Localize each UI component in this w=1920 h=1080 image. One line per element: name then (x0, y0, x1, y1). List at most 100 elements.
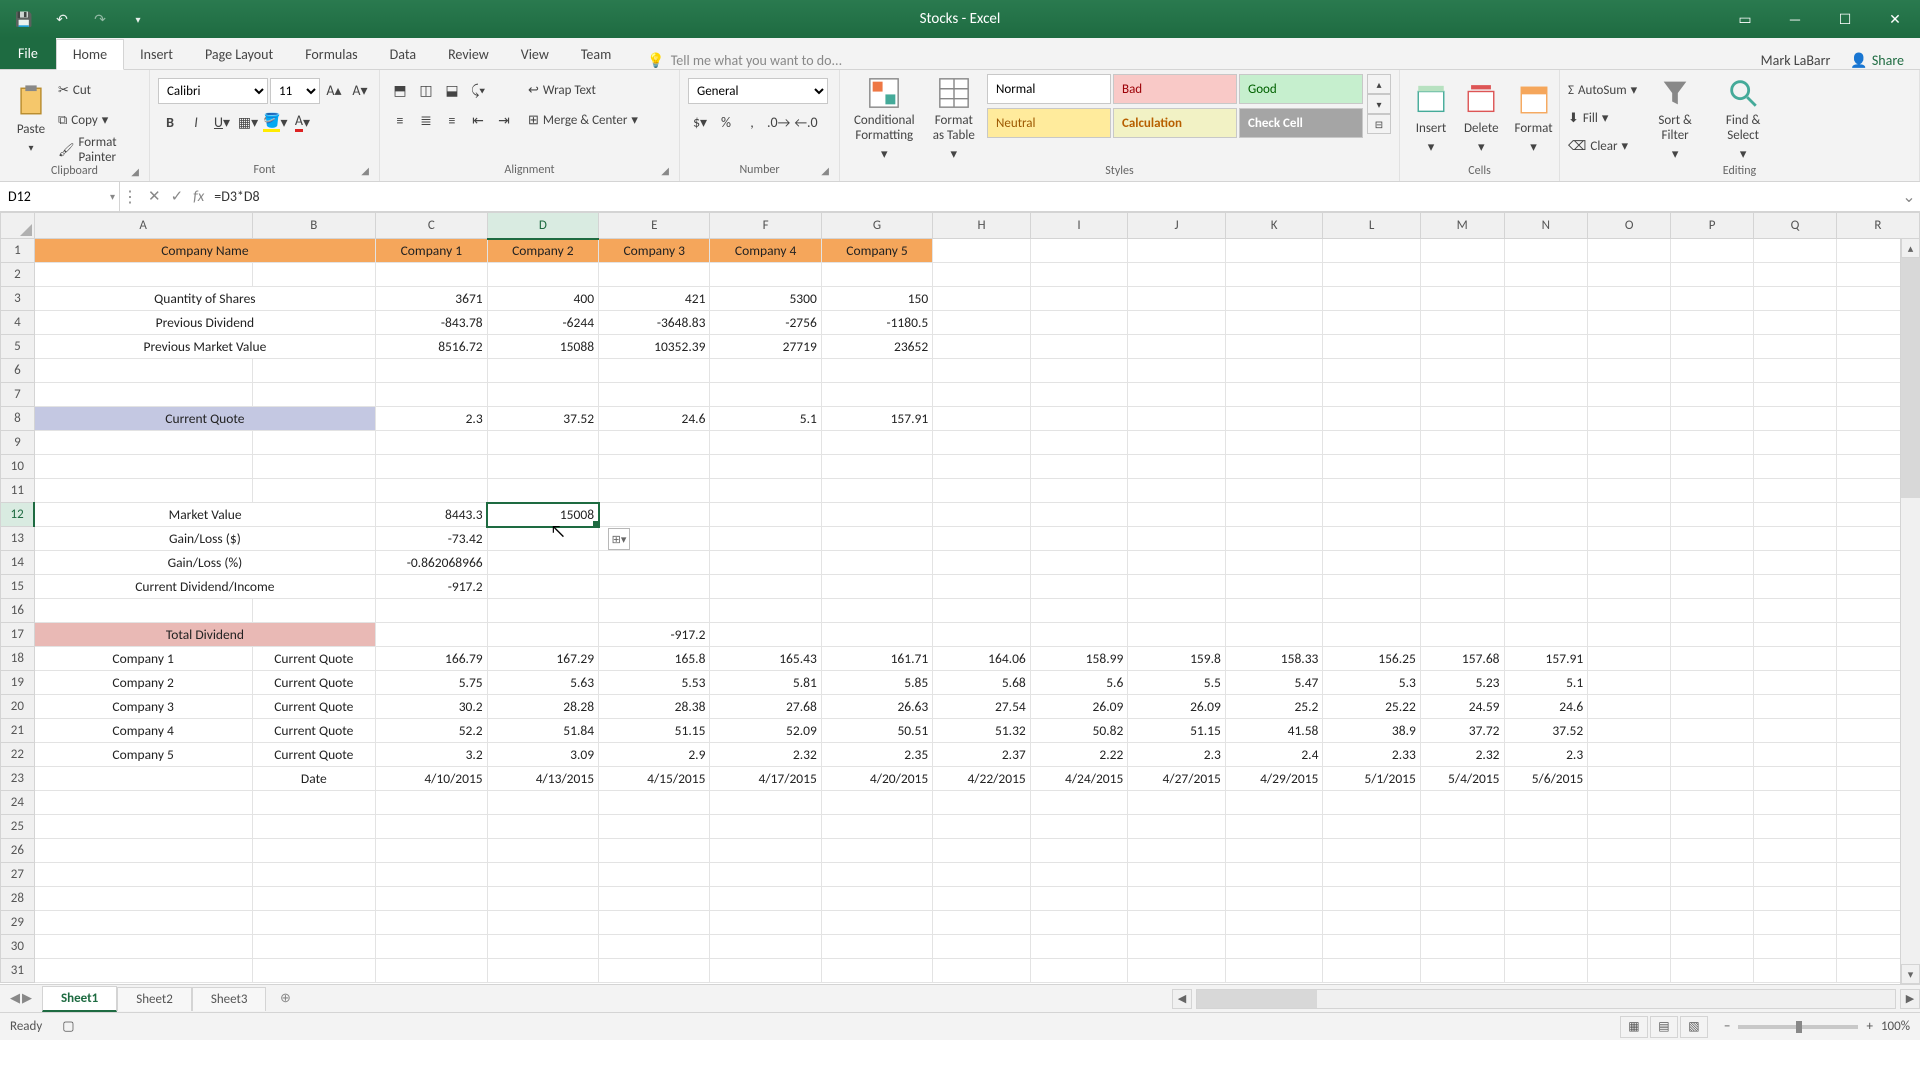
cell[interactable] (1754, 287, 1837, 311)
cell[interactable] (933, 935, 1031, 959)
cell[interactable] (1588, 935, 1671, 959)
cell[interactable]: 400 (487, 287, 598, 311)
cell[interactable]: Company 5 (821, 239, 932, 263)
macro-record-icon[interactable]: ▢ (62, 1019, 74, 1034)
cell[interactable]: 8516.72 (376, 335, 488, 359)
cell[interactable] (487, 455, 598, 479)
style-bad[interactable]: Bad (1113, 74, 1237, 104)
row-header[interactable]: 12 (1, 503, 35, 527)
cell[interactable]: 5.81 (710, 671, 821, 695)
cell[interactable]: 10352.39 (599, 335, 710, 359)
cell[interactable] (1128, 527, 1226, 551)
cell[interactable] (1323, 887, 1420, 911)
cell[interactable] (1754, 527, 1837, 551)
cell[interactable] (1588, 383, 1671, 407)
cell[interactable] (252, 887, 375, 911)
cell[interactable] (34, 479, 252, 503)
cell[interactable] (1225, 959, 1323, 983)
cell[interactable] (1671, 887, 1754, 911)
cell[interactable] (821, 575, 932, 599)
cell[interactable]: 4/29/2015 (1225, 767, 1323, 791)
merge-center-button[interactable]: ⊞Merge & Center ▾ (528, 108, 638, 132)
cell[interactable] (1504, 551, 1588, 575)
cut-button[interactable]: ✂Cut (58, 78, 141, 102)
row-header[interactable]: 13 (1, 527, 35, 551)
cell[interactable] (1420, 263, 1504, 287)
cell[interactable] (1420, 815, 1504, 839)
cell[interactable] (1588, 815, 1671, 839)
cell[interactable] (376, 863, 488, 887)
cell[interactable]: 2.9 (599, 743, 710, 767)
cell[interactable] (599, 863, 710, 887)
cell[interactable] (1128, 263, 1226, 287)
cell[interactable]: Company 2 (487, 239, 598, 263)
col-header[interactable]: M (1420, 213, 1504, 239)
cell[interactable] (1754, 935, 1837, 959)
cell[interactable] (252, 839, 375, 863)
cell[interactable] (1225, 263, 1323, 287)
autosum-button[interactable]: ΣAutoSum ▾ (1568, 78, 1637, 102)
cell[interactable] (1420, 623, 1504, 647)
row-header[interactable]: 18 (1, 647, 35, 671)
cell[interactable] (933, 527, 1031, 551)
cell[interactable] (1671, 791, 1754, 815)
cell[interactable] (1588, 239, 1671, 263)
cell[interactable] (710, 815, 821, 839)
cell[interactable]: -3648.83 (599, 311, 710, 335)
cell[interactable]: -2756 (710, 311, 821, 335)
cell[interactable]: Company Name (34, 239, 375, 263)
cell[interactable] (1754, 767, 1837, 791)
cell[interactable] (1754, 551, 1837, 575)
cell[interactable]: Current Quote (252, 719, 375, 743)
cell[interactable] (252, 815, 375, 839)
delete-cells-button[interactable]: Delete▾ (1458, 74, 1505, 164)
cell[interactable] (1420, 959, 1504, 983)
cancel-formula-icon[interactable]: ✕ (148, 187, 161, 206)
cell[interactable] (1323, 335, 1420, 359)
minimize-icon[interactable]: — (1770, 0, 1820, 38)
cell[interactable] (599, 839, 710, 863)
cell[interactable] (1588, 359, 1671, 383)
cell[interactable]: 5.63 (487, 671, 598, 695)
save-icon[interactable]: 💾 (8, 5, 40, 33)
cell[interactable] (1128, 575, 1226, 599)
find-select-button[interactable]: Find & Select▾ (1713, 74, 1773, 164)
cell[interactable]: 37.52 (487, 407, 598, 431)
sheet-nav-next-icon[interactable]: ▶ (22, 991, 32, 1006)
cell[interactable] (1323, 791, 1420, 815)
col-header[interactable]: C (376, 213, 488, 239)
cell[interactable] (376, 959, 488, 983)
cell[interactable] (1323, 863, 1420, 887)
cell[interactable] (1671, 479, 1754, 503)
cell[interactable] (821, 599, 932, 623)
cell[interactable] (1671, 359, 1754, 383)
cell[interactable] (376, 839, 488, 863)
cell[interactable] (821, 935, 932, 959)
view-page-layout-icon[interactable]: ▤ (1650, 1016, 1678, 1038)
cell[interactable] (933, 623, 1031, 647)
cell[interactable] (1030, 599, 1128, 623)
cell[interactable] (1225, 575, 1323, 599)
sheet-tab-1[interactable]: Sheet1 (42, 986, 117, 1012)
cell[interactable] (1754, 887, 1837, 911)
cell[interactable] (1225, 599, 1323, 623)
col-header[interactable]: O (1588, 213, 1671, 239)
cell[interactable] (933, 287, 1031, 311)
styles-more-icon[interactable]: ⊟ (1367, 114, 1391, 134)
cell[interactable] (1128, 335, 1226, 359)
cell[interactable] (1671, 407, 1754, 431)
style-normal[interactable]: Normal (987, 74, 1111, 104)
cell[interactable]: 2.35 (821, 743, 932, 767)
cell[interactable]: 2.32 (1420, 743, 1504, 767)
cell[interactable] (821, 527, 932, 551)
cell[interactable]: 150 (821, 287, 932, 311)
cell[interactable] (1128, 791, 1226, 815)
cell[interactable] (1504, 311, 1588, 335)
undo-icon[interactable]: ↶ (46, 5, 78, 33)
cell[interactable] (1754, 647, 1837, 671)
horizontal-scroll-thumb[interactable] (1197, 990, 1317, 1008)
row-header[interactable]: 14 (1, 551, 35, 575)
cell[interactable] (487, 839, 598, 863)
tab-team[interactable]: Team (565, 40, 627, 69)
cell[interactable]: 5.5 (1128, 671, 1226, 695)
